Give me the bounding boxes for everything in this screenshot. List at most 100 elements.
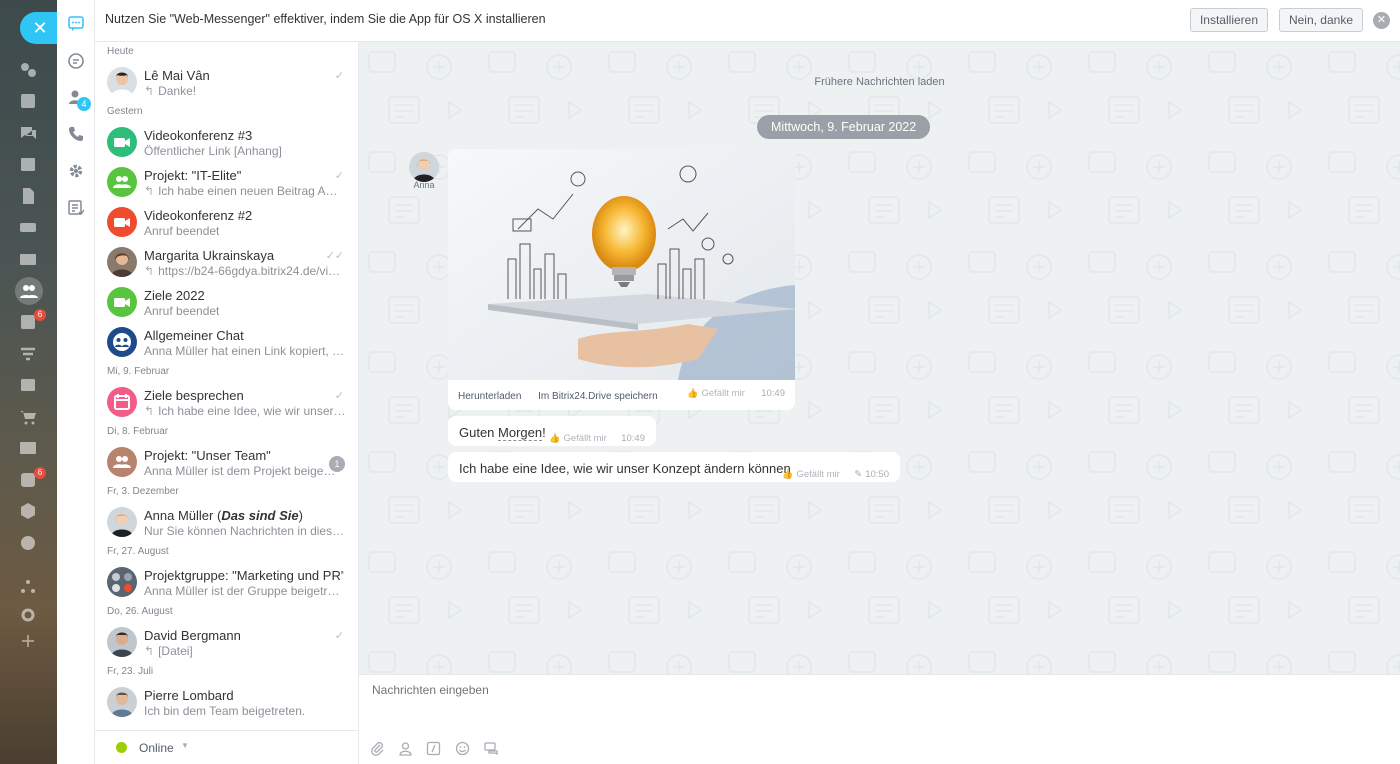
thumbs-up-icon: 👍 xyxy=(687,388,699,398)
read-check-icon: ✓ xyxy=(334,70,344,82)
item-title: Allgemeiner Chat xyxy=(144,328,244,343)
download-link[interactable]: Herunterladen xyxy=(458,391,521,402)
status-selector[interactable]: Online ▼ xyxy=(95,730,358,764)
close-messenger-button[interactable]: ✕ xyxy=(20,12,57,44)
calendar-icon[interactable] xyxy=(19,155,37,173)
filter-icon[interactable] xyxy=(19,345,37,363)
window-icon[interactable] xyxy=(19,376,37,394)
status-label: Online xyxy=(139,741,174,755)
like-button[interactable]: 👍 Gefällt mir xyxy=(782,469,840,480)
message-meta: 👍 Gefällt mir 10:49 xyxy=(549,428,645,446)
item-subtitle: ↰ https://b24-66gdya.bitrix24.de/vid… xyxy=(144,264,346,278)
chat-bubbles-icon[interactable] xyxy=(484,741,499,756)
stream-icon[interactable] xyxy=(19,61,37,79)
list-item[interactable]: Ziele 2022 Anruf beendet xyxy=(95,282,358,322)
box-icon[interactable] xyxy=(19,502,37,520)
document-icon[interactable] xyxy=(19,187,37,205)
message-text: Ich habe eine Idee, wie wir unser Konzep… xyxy=(459,461,791,476)
list-item[interactable]: Projektgruppe: "Marketing und PR" Anna M… xyxy=(95,562,358,602)
settings-icon[interactable] xyxy=(19,606,37,624)
list-item[interactable]: Margarita Ukrainskaya ↰ https://b24-66gdy… xyxy=(95,242,358,282)
date-separator: Fr, 3. Dezember xyxy=(107,486,179,497)
paperclip-icon[interactable] xyxy=(370,741,385,756)
recent-chats-icon[interactable] xyxy=(67,15,85,33)
smiley-icon[interactable] xyxy=(455,741,470,756)
network-icon[interactable] xyxy=(19,578,37,596)
list-item[interactable]: Videokonferenz #2 Anruf beendet xyxy=(95,202,358,242)
notifications-list-icon[interactable] xyxy=(67,199,85,217)
like-button[interactable]: 👍 Gefällt mir xyxy=(687,388,745,399)
phone-icon[interactable] xyxy=(67,125,85,143)
read-check-icon: ✓✓ xyxy=(325,250,344,262)
avatar xyxy=(107,247,137,277)
item-title: David Bergmann xyxy=(144,628,241,643)
recent-chat-list: Heute Lê Mai Vân ↰ Danke! ✓ Gestern Video… xyxy=(95,42,359,764)
message-composer xyxy=(359,674,1400,764)
item-subtitle: ↰ [Datei] xyxy=(144,644,193,658)
list-item[interactable]: Ziele besprechen ↰ Ich habe eine Idee, wi… xyxy=(95,382,358,422)
list-item[interactable]: Projekt: "IT-Elite" ↰ Ich habe einen neue… xyxy=(95,162,358,202)
cart-icon[interactable] xyxy=(19,408,37,426)
calendar-meeting-icon xyxy=(107,387,137,417)
messenger-rail: 4 xyxy=(57,0,95,764)
message-meta: 👍 Gefällt mir ✎ 10:50 xyxy=(782,464,889,482)
add-icon[interactable] xyxy=(19,632,37,650)
install-button[interactable]: Installieren xyxy=(1189,8,1268,32)
list-item[interactable]: Projekt: "Unser Team" Anna Müller ist de… xyxy=(95,442,358,482)
item-title: Margarita Ukrainskaya xyxy=(144,248,275,263)
avatar xyxy=(107,687,137,717)
message-input[interactable] xyxy=(372,683,1272,697)
message-time: 10:49 xyxy=(621,433,645,444)
like-button[interactable]: 👍 Gefällt mir xyxy=(549,433,607,444)
edited-pencil-icon: ✎ xyxy=(854,469,863,480)
app-strip: ✕ 6 6 xyxy=(0,0,57,764)
project-group-icon xyxy=(107,447,137,477)
file-actions: Herunterladen Im Bitrix24.Drive speicher… xyxy=(458,391,672,402)
list-item[interactable]: Lê Mai Vân ↰ Danke! ✓ xyxy=(95,62,358,102)
item-title: Projekt: "IT-Elite" xyxy=(144,168,242,183)
message-bubble: Ich habe eine Idee, wie wir unser Konzep… xyxy=(448,452,900,482)
item-title: Ziele 2022 xyxy=(144,288,205,303)
openlines-icon[interactable] xyxy=(67,52,85,70)
load-earlier-messages-link[interactable]: Frühere Nachrichten laden xyxy=(359,76,1400,88)
item-subtitle: Anruf beendet xyxy=(144,304,220,318)
list-item[interactable]: Videokonferenz #3 Öffentlicher Link [Anh… xyxy=(95,122,358,162)
chat-area: Frühere Nachrichten laden Mittwoch, 9. F… xyxy=(359,42,1400,674)
tasks-icon[interactable] xyxy=(19,92,37,110)
message-meta: 👍 Gefällt mir 10:49 xyxy=(687,383,785,401)
list-item[interactable]: Pierre Lombard Ich bin dem Team beigetre… xyxy=(95,682,358,722)
list-item[interactable]: Allgemeiner Chat Anna Müller hat einen L… xyxy=(95,322,358,362)
attached-image[interactable] xyxy=(448,149,795,380)
list-item[interactable]: Anna Müller (Das sind Sie) Nur Sie könne… xyxy=(95,502,358,542)
author-avatar[interactable] xyxy=(409,152,439,182)
item-subtitle: Anna Müller hat einen Link kopiert, u… xyxy=(144,344,346,358)
chat-icon[interactable] xyxy=(19,124,37,142)
decline-button[interactable]: Nein, danke xyxy=(1278,8,1363,32)
date-divider: Mittwoch, 9. Februar 2022 xyxy=(757,115,931,139)
read-check-icon: ✓ xyxy=(334,170,344,182)
save-to-drive-link[interactable]: Im Bitrix24.Drive speichern xyxy=(538,391,657,402)
status-online-icon xyxy=(116,742,127,753)
drive-icon[interactable] xyxy=(19,218,37,236)
item-subtitle: ↰ Ich habe eine Idee, wie wir unser … xyxy=(144,404,346,418)
item-title: Projektgruppe: "Marketing und PR" xyxy=(144,568,344,583)
settings-icon[interactable] xyxy=(67,162,85,180)
list-item[interactable]: David Bergmann ↰ [Datei] ✓ xyxy=(95,622,358,662)
video-conference-icon xyxy=(107,207,137,237)
more-icon[interactable] xyxy=(19,534,37,552)
chevron-down-icon: ▼ xyxy=(181,741,189,750)
date-separator: Gestern xyxy=(107,106,143,117)
date-separator: Di, 8. Februar xyxy=(107,426,169,437)
groups-icon[interactable] xyxy=(15,277,43,305)
item-title: Projekt: "Unser Team" xyxy=(144,448,271,463)
user-mention-icon[interactable] xyxy=(398,741,413,756)
close-banner-icon[interactable]: ✕ xyxy=(1373,12,1390,29)
date-separator: Fr, 27. August xyxy=(107,546,169,557)
item-subtitle: Öffentlicher Link [Anhang] xyxy=(144,144,282,158)
contact-card-icon[interactable] xyxy=(19,439,37,457)
mail-icon[interactable] xyxy=(19,250,37,268)
date-separator: Heute xyxy=(107,46,134,57)
item-subtitle: Ich bin dem Team beigetreten. xyxy=(144,704,306,718)
date-separator: Fr, 23. Juli xyxy=(107,666,154,677)
command-icon[interactable] xyxy=(426,741,441,756)
